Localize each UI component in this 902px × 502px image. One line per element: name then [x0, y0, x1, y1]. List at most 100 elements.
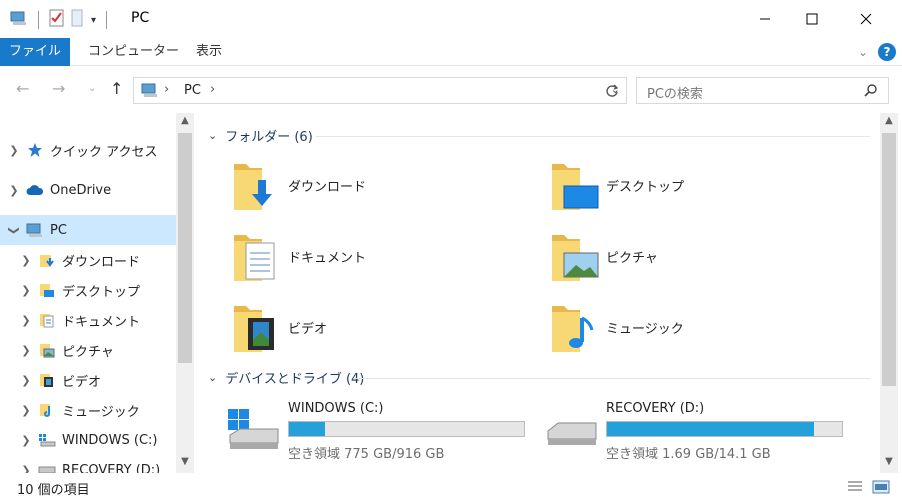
drive-name: WINDOWS (C:): [288, 401, 384, 416]
minimize-button[interactable]: [742, 0, 788, 38]
search-input[interactable]: PCの検索: [647, 83, 703, 102]
sidebar-item-label: PC: [50, 222, 67, 238]
collapse-chevron-icon[interactable]: ⌄: [208, 129, 217, 142]
maximize-icon: [806, 13, 818, 25]
expand-chevron-icon[interactable]: ❯: [16, 404, 36, 417]
search-icon[interactable]: [864, 83, 878, 101]
group-divider: [354, 378, 870, 379]
expand-ribbon-icon[interactable]: ⌄: [858, 45, 868, 59]
maximize-button[interactable]: [789, 0, 835, 38]
sidebar-item-documents[interactable]: ❯ ドキュメント: [0, 305, 176, 335]
expand-chevron-icon[interactable]: ❯: [16, 464, 36, 474]
close-icon: [860, 13, 872, 25]
drive-usage-bar: [606, 421, 843, 437]
scrollbar-thumb[interactable]: [882, 133, 896, 386]
help-icon[interactable]: ?: [878, 43, 896, 61]
tab-computer[interactable]: コンピューター: [74, 38, 193, 66]
collapse-chevron-icon[interactable]: ⌄: [208, 371, 217, 384]
sidebar-item-music[interactable]: ❯ ミュージック: [0, 395, 176, 425]
group-title: デバイスとドライブ (4): [225, 371, 365, 387]
scroll-up-icon[interactable]: ▲: [880, 115, 898, 126]
folder-tile-documents[interactable]: ドキュメント: [232, 229, 532, 289]
documents-folder-icon: [36, 312, 58, 328]
devices-group-header[interactable]: ⌄ デバイスとドライブ (4): [208, 367, 364, 387]
close-button[interactable]: [843, 0, 889, 38]
search-box[interactable]: PCの検索: [636, 77, 889, 104]
large-icons-view-icon[interactable]: [872, 479, 890, 495]
pictures-folder-icon: [552, 235, 599, 281]
sidebar-item-pc[interactable]: ❯ PC: [0, 215, 176, 245]
sidebar-item-quick-access[interactable]: ❯ クイック アクセス: [0, 135, 176, 165]
group-divider: [316, 136, 870, 137]
pictures-folder-icon: [36, 342, 58, 358]
title-bar: ▾ PC: [0, 0, 902, 38]
tab-view[interactable]: 表示: [182, 38, 236, 66]
address-bar[interactable]: › PC › ⌄: [133, 77, 627, 104]
expand-chevron-icon[interactable]: ❯: [4, 184, 24, 197]
scroll-up-icon[interactable]: ▲: [176, 115, 194, 126]
folders-group-header[interactable]: ⌄ フォルダー (6): [208, 125, 313, 145]
scrollbar-thumb[interactable]: [178, 133, 192, 363]
quick-access-toolbar: ▾: [10, 9, 111, 31]
collapse-chevron-icon[interactable]: ❯: [8, 220, 21, 240]
videos-folder-icon: [234, 306, 274, 352]
sidebar-item-label: ドキュメント: [62, 314, 141, 330]
content-scrollbar[interactable]: ▲ ▼: [880, 113, 898, 473]
customize-toolbar-icon[interactable]: ▾: [91, 15, 96, 26]
breadcrumb-chevron-icon[interactable]: ›: [164, 82, 169, 97]
sidebar-item-label: デスクトップ: [62, 284, 141, 300]
expand-chevron-icon[interactable]: ❯: [4, 144, 24, 157]
folder-label: デスクトップ: [606, 180, 685, 195]
breadcrumb-pc[interactable]: PC: [184, 83, 201, 98]
group-title: フォルダー (6): [225, 129, 313, 145]
ribbon-controls: ⌄ ?: [858, 43, 896, 61]
expand-chevron-icon[interactable]: ❯: [16, 344, 36, 357]
expand-chevron-icon[interactable]: ❯: [16, 254, 36, 267]
new-folder-icon[interactable]: [71, 9, 85, 31]
folder-tile-desktop[interactable]: デスクトップ: [550, 158, 850, 218]
forward-arrow-icon[interactable]: →: [52, 79, 65, 98]
folder-label: ピクチャ: [606, 251, 658, 266]
computer-icon[interactable]: [10, 10, 28, 30]
details-view-icon[interactable]: [846, 479, 864, 495]
drive-usage-fill: [607, 422, 814, 436]
download-folder-icon: [234, 164, 272, 210]
folder-tile-pictures[interactable]: ピクチャ: [550, 229, 850, 289]
sidebar-item-downloads[interactable]: ❯ ダウンロード: [0, 245, 176, 275]
scroll-down-icon[interactable]: ▼: [176, 456, 194, 467]
folder-label: ドキュメント: [288, 251, 367, 266]
expand-chevron-icon[interactable]: ❯: [16, 284, 36, 297]
folder-tile-music[interactable]: ミュージック: [550, 300, 850, 360]
sidebar-item-onedrive[interactable]: ❯ OneDrive: [0, 175, 176, 205]
properties-icon[interactable]: [49, 9, 65, 31]
sidebar-item-pictures[interactable]: ❯ ピクチャ: [0, 335, 176, 365]
sidebar-item-label: RECOVERY (D:): [62, 462, 161, 474]
sidebar-item-label: ミュージック: [62, 404, 140, 420]
sidebar-item-videos[interactable]: ❯ ビデオ: [0, 365, 176, 395]
sidebar-item-recovery-drive[interactable]: ❯ RECOVERY (D:): [0, 455, 176, 473]
window-title: PC: [131, 10, 150, 26]
folder-tile-downloads[interactable]: ダウンロード: [232, 158, 532, 218]
recent-locations-icon[interactable]: ⌄: [88, 83, 96, 94]
ribbon-tabs: ファイル コンピューター 表示 ⌄ ?: [0, 38, 902, 66]
refresh-button[interactable]: [598, 77, 627, 104]
expand-chevron-icon[interactable]: ❯: [16, 434, 36, 447]
drive-tile-recovery[interactable]: RECOVERY (D:) 空き領域 1.69 GB/14.1 GB: [544, 401, 844, 469]
sidebar-item-desktop[interactable]: ❯ デスクトップ: [0, 275, 176, 305]
tab-file[interactable]: ファイル: [0, 38, 70, 66]
drive-tile-windows[interactable]: WINDOWS (C:) 空き領域 775 GB/916 GB: [226, 401, 526, 469]
drive-free-space: 空き領域 1.69 GB/14.1 GB: [606, 447, 771, 462]
breadcrumb-chevron-icon[interactable]: ›: [210, 82, 215, 97]
sidebar-item-windows-drive[interactable]: ❯ WINDOWS (C:): [0, 425, 176, 455]
sidebar-item-label: WINDOWS (C:): [62, 432, 158, 448]
back-arrow-icon[interactable]: ←: [16, 79, 29, 98]
expand-chevron-icon[interactable]: ❯: [16, 314, 36, 327]
up-arrow-icon[interactable]: ↑: [110, 79, 123, 98]
sidebar-item-label: ビデオ: [62, 374, 102, 390]
expand-chevron-icon[interactable]: ❯: [16, 374, 36, 387]
navigation-pane-scrollbar[interactable]: ▲ ▼: [176, 113, 194, 473]
scroll-down-icon[interactable]: ▼: [880, 456, 898, 467]
documents-folder-icon: [234, 235, 275, 281]
drive-name: RECOVERY (D:): [606, 401, 705, 416]
folder-tile-videos[interactable]: ビデオ: [232, 300, 532, 360]
